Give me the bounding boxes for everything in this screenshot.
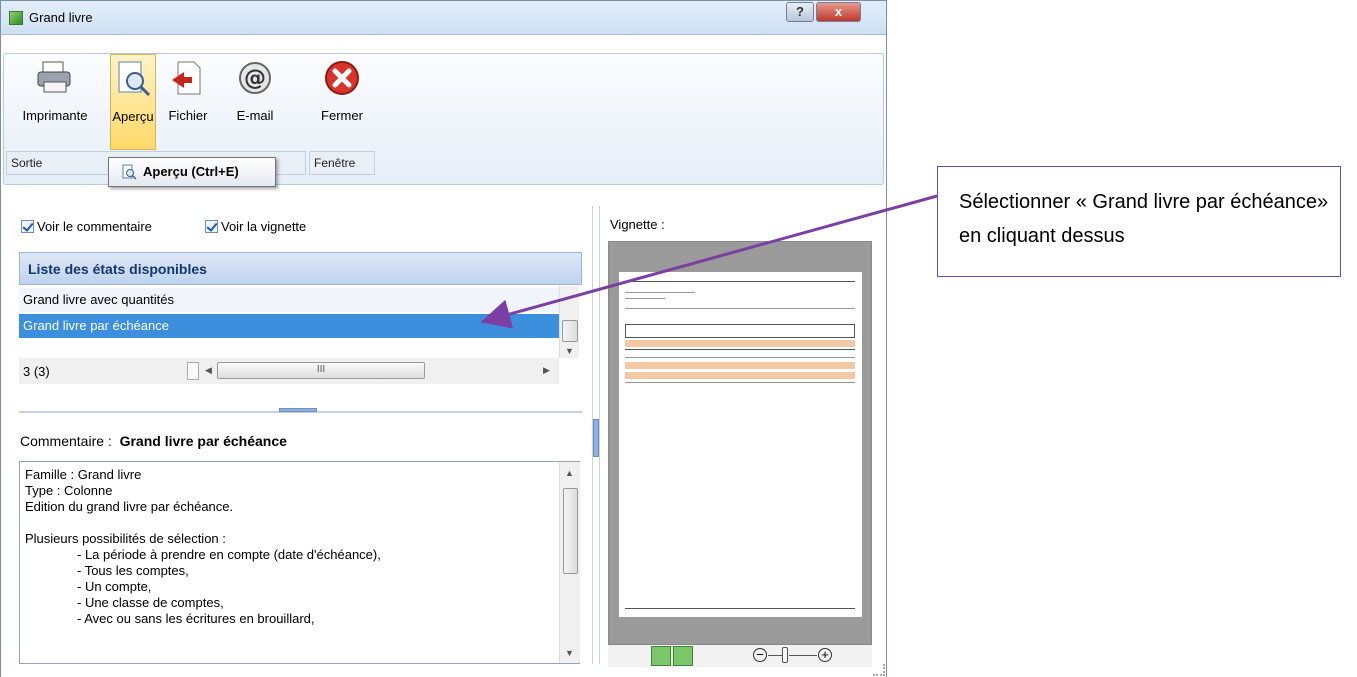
screenshot-stage: Grand livre ? x Imprimante Aperçu Fichie… [0,0,1357,677]
annotation-arrow [480,194,938,329]
annotation-callout: Sélectionner « Grand livre par échéance»… [937,166,1341,277]
